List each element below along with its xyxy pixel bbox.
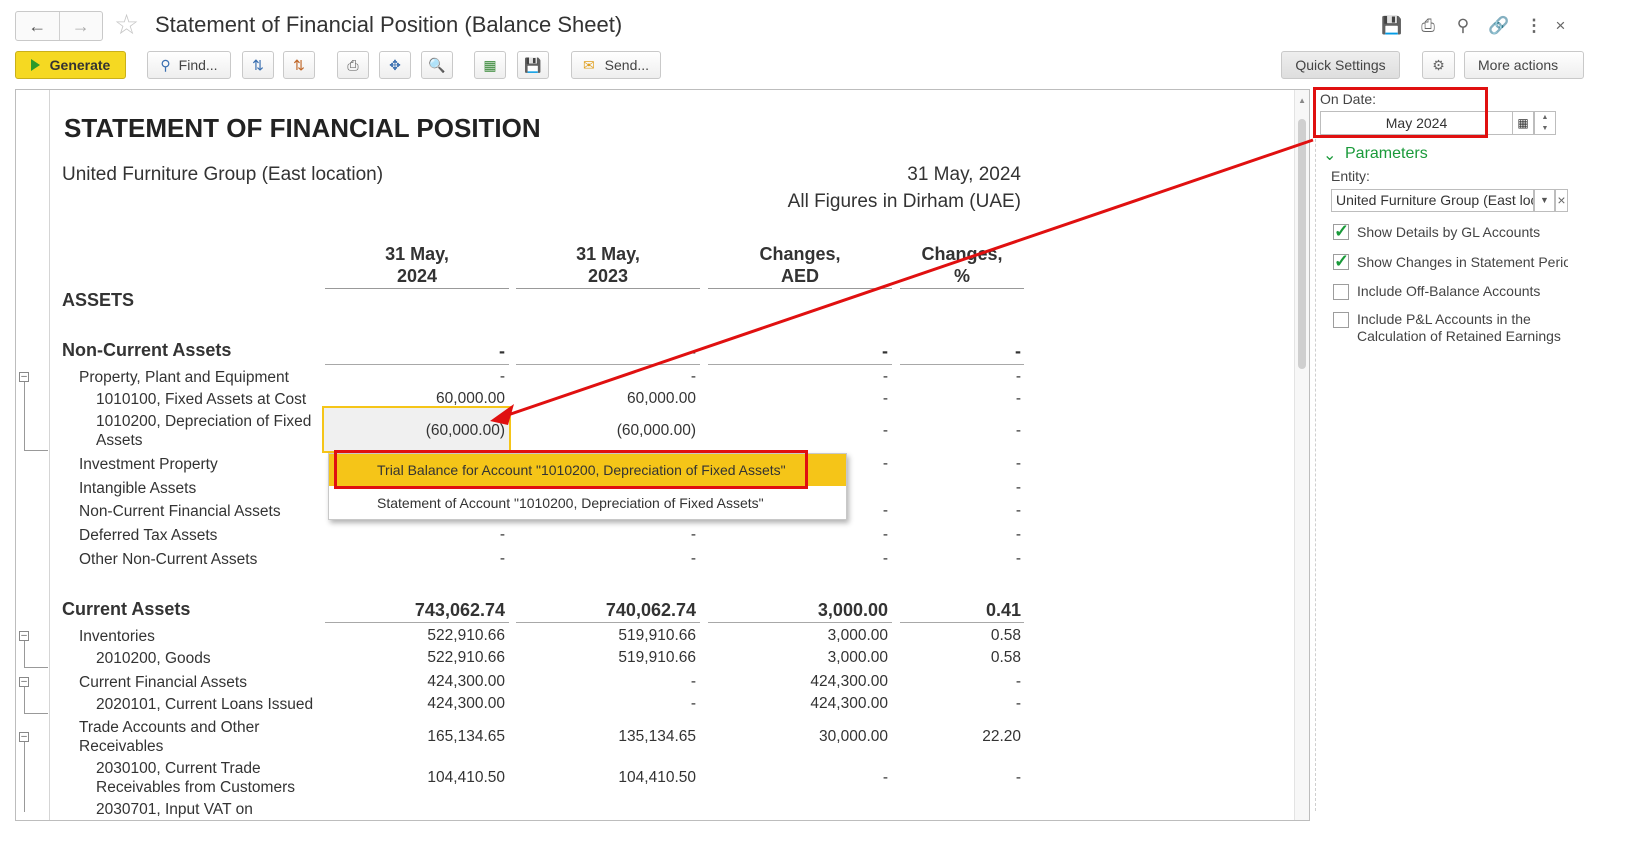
arrow-line [504, 138, 1314, 418]
annotation-arrow [490, 138, 1314, 425]
arrow-head [490, 404, 514, 425]
